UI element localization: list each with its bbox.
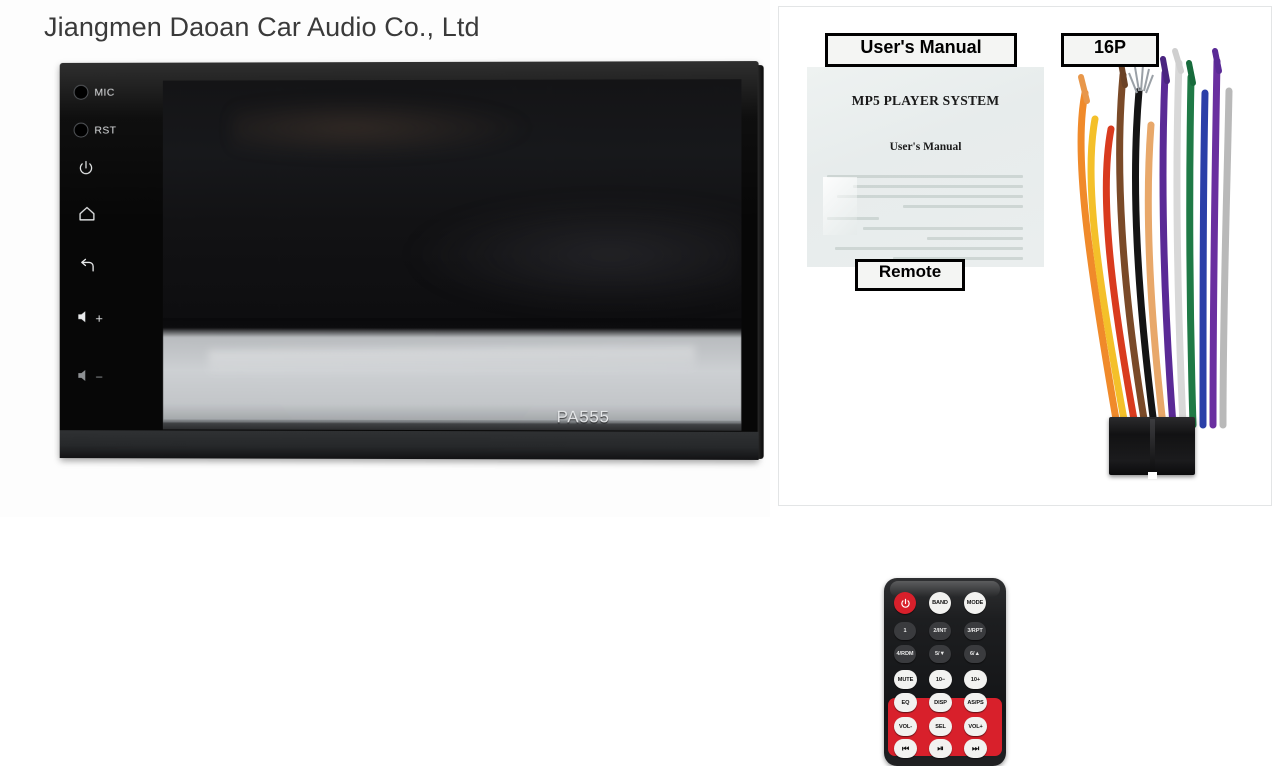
screen-bottom-shade [162,419,742,431]
remote-select-button[interactable]: SEL [929,717,952,736]
mic-label: MIC [94,86,115,99]
manual-text-line [837,195,1023,198]
manual-text-line [927,237,1023,240]
remote-preset-3-button[interactable]: 3/RPT [964,622,986,640]
microphone-hole-icon [73,84,89,100]
volume-up-label: + [95,310,104,326]
connector-seam [1150,419,1155,473]
back-arrow-icon [78,257,97,277]
device-control-rail: MIC RST + − [60,63,163,459]
manual-cover-title: MP5 PLAYER SYSTEM [851,93,1000,108]
remote-disp-button[interactable]: DISP [929,693,952,712]
home-button[interactable] [78,205,97,225]
speaker-minus-icon [77,369,93,386]
remote-preset-5-button[interactable]: 5/▼ [929,645,951,663]
remote-preset-1-button[interactable]: 1 [894,622,916,640]
power-button[interactable] [78,159,95,179]
manual-text-line [863,227,1023,230]
volume-down-button[interactable]: − [77,369,104,386]
reset-control[interactable]: RST [73,122,117,138]
accessories-photo-panel: MP5 PLAYER SYSTEM User's Manual User's M… [778,6,1272,766]
manual-text-line [835,247,1023,250]
power-icon [900,598,910,608]
remote-as-ps-button[interactable]: AS/PS [964,693,987,712]
remote-mode-button[interactable]: MODE [964,592,986,614]
screen-highlight-streak [208,345,695,377]
back-button[interactable] [78,257,97,277]
remote-preset-4-button[interactable]: 4/RDM [894,645,916,663]
remote-previous-track-button[interactable]: ⏮ [894,739,917,758]
reset-label: RST [94,124,117,137]
speaker-plus-icon [77,310,93,327]
volume-up-button[interactable]: + [77,310,104,327]
bare-wire-strands [1128,64,1154,94]
company-title: Jiangmen Daoan Car Audio Co., Ltd [44,12,480,42]
remote-mute-button[interactable]: MUTE [894,670,917,689]
product-image-composite: Jiangmen Daoan Car Audio Co., Ltd PA555 [0,0,1280,766]
screen-reflection-smudge [232,97,533,159]
manual-cover-subtitle: User's Manual [889,141,962,153]
caption-16p: 16P [1061,33,1159,67]
manual-page-fold [823,177,857,235]
remote-eq-button[interactable]: EQ [894,693,917,712]
device-screen [162,79,742,431]
reset-hole-icon [73,122,89,138]
device-model-label: PA555 [556,407,610,427]
caption-remote: Remote [855,259,965,291]
remote-volume-down-button[interactable]: VOL- [894,717,917,736]
remote-power-button[interactable] [894,592,916,614]
mic-control[interactable]: MIC [73,84,115,100]
remote-preset-2-button[interactable]: 2/INT [929,622,951,640]
volume-down-label: − [95,369,104,385]
remote-play-pause-button[interactable]: ⏯ [929,739,952,758]
product-main-photo: Jiangmen Daoan Car Audio Co., Ltd PA555 [0,0,770,517]
device-side-edge [757,65,764,459]
power-icon [78,159,95,179]
manual-text-line [853,185,1023,188]
remote-band-button[interactable]: BAND [929,592,951,614]
remote-next-track-button[interactable]: ⏭ [964,739,987,758]
connector-notch [1148,472,1157,479]
remote-ten-plus-button[interactable]: 10+ [964,670,987,689]
manual-text-line [903,205,1023,208]
remote-ten-minus-button[interactable]: 10− [929,670,952,689]
remote-control-photo: BAND MODE 1 2/INT 3/RPT 4/RDM 5/▼ 6/▲ MU… [827,290,1027,766]
car-stereo-head-unit: PA555 MIC RST + − [59,61,764,460]
home-icon [78,205,97,225]
sixteen-pin-connector [1109,417,1195,479]
remote-control-body: BAND MODE 1 2/INT 3/RPT 4/RDM 5/▼ 6/▲ MU… [884,578,1006,766]
users-manual-photo: MP5 PLAYER SYSTEM User's Manual [807,67,1044,267]
screen-reflection-smudge-2 [411,199,742,311]
caption-users-manual: User's Manual [825,33,1017,67]
device-bottom-bezel [59,430,759,460]
remote-preset-6-button[interactable]: 6/▲ [964,645,986,663]
remote-volume-up-button[interactable]: VOL+ [964,717,987,736]
